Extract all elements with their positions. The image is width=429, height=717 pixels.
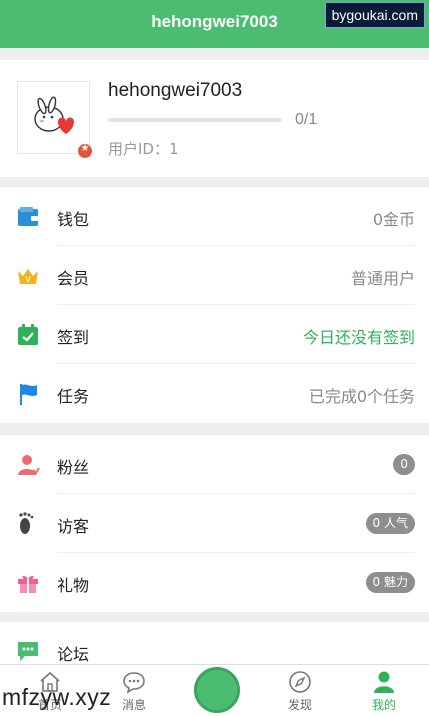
calendar-check-icon bbox=[18, 324, 38, 345]
menu-item-forum[interactable]: 论坛 bbox=[0, 622, 429, 664]
tab-label: 我的 bbox=[371, 698, 396, 712]
menu-label: 钱包 bbox=[57, 210, 90, 229]
tasks-status: 已完成0个任务 bbox=[308, 387, 415, 406]
menu-label: 礼物 bbox=[57, 576, 90, 595]
wallet-balance: 0金币 bbox=[372, 210, 415, 229]
wallet-icon bbox=[18, 207, 38, 226]
gifts-charm-badge: 0 魅力 bbox=[365, 572, 415, 593]
account-section: 钱包 0金币 V 会员 普通用户 签到 今日还没有签到 任务 已完成0个任务 bbox=[0, 187, 429, 423]
menu-item-gifts[interactable]: 礼物 0 魅力 bbox=[0, 553, 429, 612]
level-badge-icon bbox=[76, 142, 94, 160]
social-section: 粉丝 0 访客 0 人气 礼物 0 魅力 bbox=[0, 435, 429, 612]
menu-item-membership[interactable]: V 会员 普通用户 bbox=[0, 246, 429, 305]
menu-label: 会员 bbox=[57, 269, 90, 288]
tab-discover[interactable]: 发现 bbox=[265, 665, 335, 717]
profile-card[interactable]: hehongwei7003 0/1 用户ID：1 bbox=[0, 60, 429, 177]
watermark-top: bygoukai.com bbox=[324, 2, 425, 28]
menu-label: 论坛 bbox=[57, 645, 90, 664]
compass-icon bbox=[289, 671, 311, 693]
top-bar: hehongwei7003 bygoukai.com bbox=[0, 0, 429, 48]
gift-icon bbox=[18, 575, 38, 593]
community-section: 论坛 bbox=[0, 622, 429, 664]
footprint-icon bbox=[19, 512, 34, 534]
user-id: 用户ID：1 bbox=[108, 140, 179, 158]
crown-icon: V bbox=[18, 269, 38, 284]
fans-count-badge: 0 bbox=[393, 454, 415, 475]
menu-item-visitors[interactable]: 访客 0 人气 bbox=[0, 494, 429, 553]
user-icon bbox=[374, 671, 394, 693]
username: hehongwei7003 bbox=[108, 80, 243, 101]
watermark-bottom: mfzyw.xyz bbox=[2, 684, 112, 710]
chat-icon bbox=[18, 642, 38, 661]
membership-level: 普通用户 bbox=[350, 269, 415, 288]
level-progress-text: 0/1 bbox=[295, 111, 318, 128]
visitors-popularity-badge: 0 人气 bbox=[365, 513, 415, 534]
menu-item-wallet[interactable]: 钱包 0金币 bbox=[0, 187, 429, 246]
center-action-button[interactable] bbox=[194, 667, 240, 713]
menu-label: 签到 bbox=[57, 328, 90, 347]
tab-me[interactable]: 我的 bbox=[349, 665, 419, 717]
checkin-status: 今日还没有签到 bbox=[302, 328, 415, 347]
menu-label: 访客 bbox=[57, 517, 90, 536]
tab-label: 发现 bbox=[287, 698, 312, 712]
menu-item-checkin[interactable]: 签到 今日还没有签到 bbox=[0, 305, 429, 364]
message-icon bbox=[123, 672, 145, 694]
flag-icon bbox=[20, 384, 37, 405]
person-icon bbox=[18, 455, 40, 475]
menu-label: 粉丝 bbox=[57, 458, 90, 477]
menu-item-fans[interactable]: 粉丝 0 bbox=[0, 435, 429, 494]
menu-item-tasks[interactable]: 任务 已完成0个任务 bbox=[0, 364, 429, 423]
level-progress-bar bbox=[108, 118, 282, 122]
svg-text:V: V bbox=[25, 275, 31, 284]
menu-label: 任务 bbox=[57, 387, 90, 406]
